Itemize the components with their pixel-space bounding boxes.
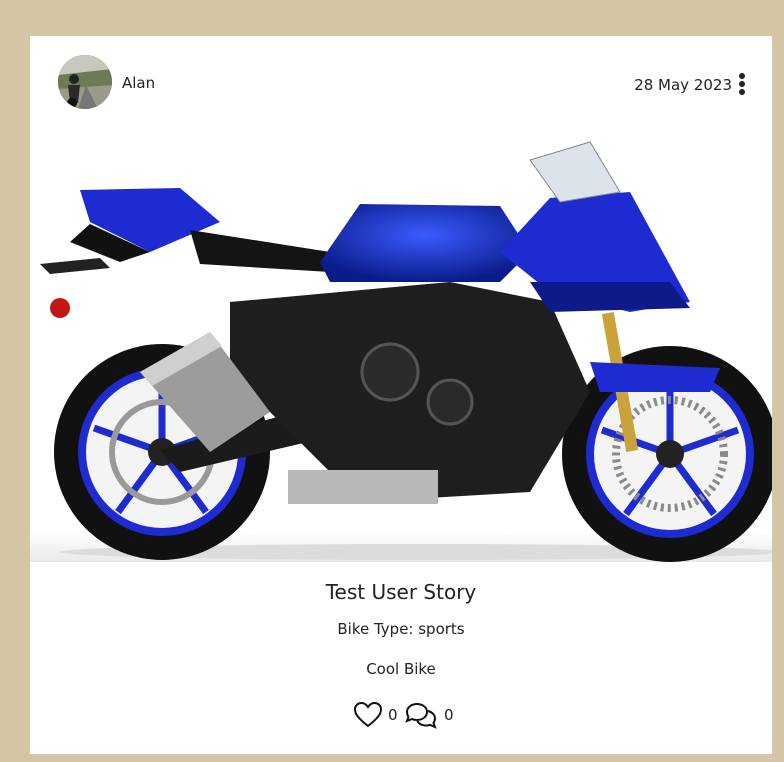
more-vertical-icon[interactable] <box>736 72 748 98</box>
motorcycle-image <box>30 132 772 562</box>
like-count: 0 <box>388 706 398 724</box>
post-header: Alan 28 May 2023 <box>30 36 772 126</box>
post-image <box>30 132 772 562</box>
avatar[interactable] <box>58 55 112 109</box>
avatar-image <box>58 55 112 109</box>
post-date: 28 May 2023 <box>634 76 732 94</box>
author-name[interactable]: Alan <box>122 74 155 92</box>
post-description: Cool Bike <box>366 660 436 678</box>
post-title: Test User Story <box>325 580 477 604</box>
bike-type: Bike Type: sports <box>337 620 465 638</box>
comments-icon[interactable] <box>404 702 438 730</box>
heart-icon[interactable] <box>353 701 383 728</box>
comment-count: 0 <box>444 706 454 724</box>
post-card: Alan 28 May 2023 Test User Story Bike Ty… <box>30 36 772 754</box>
